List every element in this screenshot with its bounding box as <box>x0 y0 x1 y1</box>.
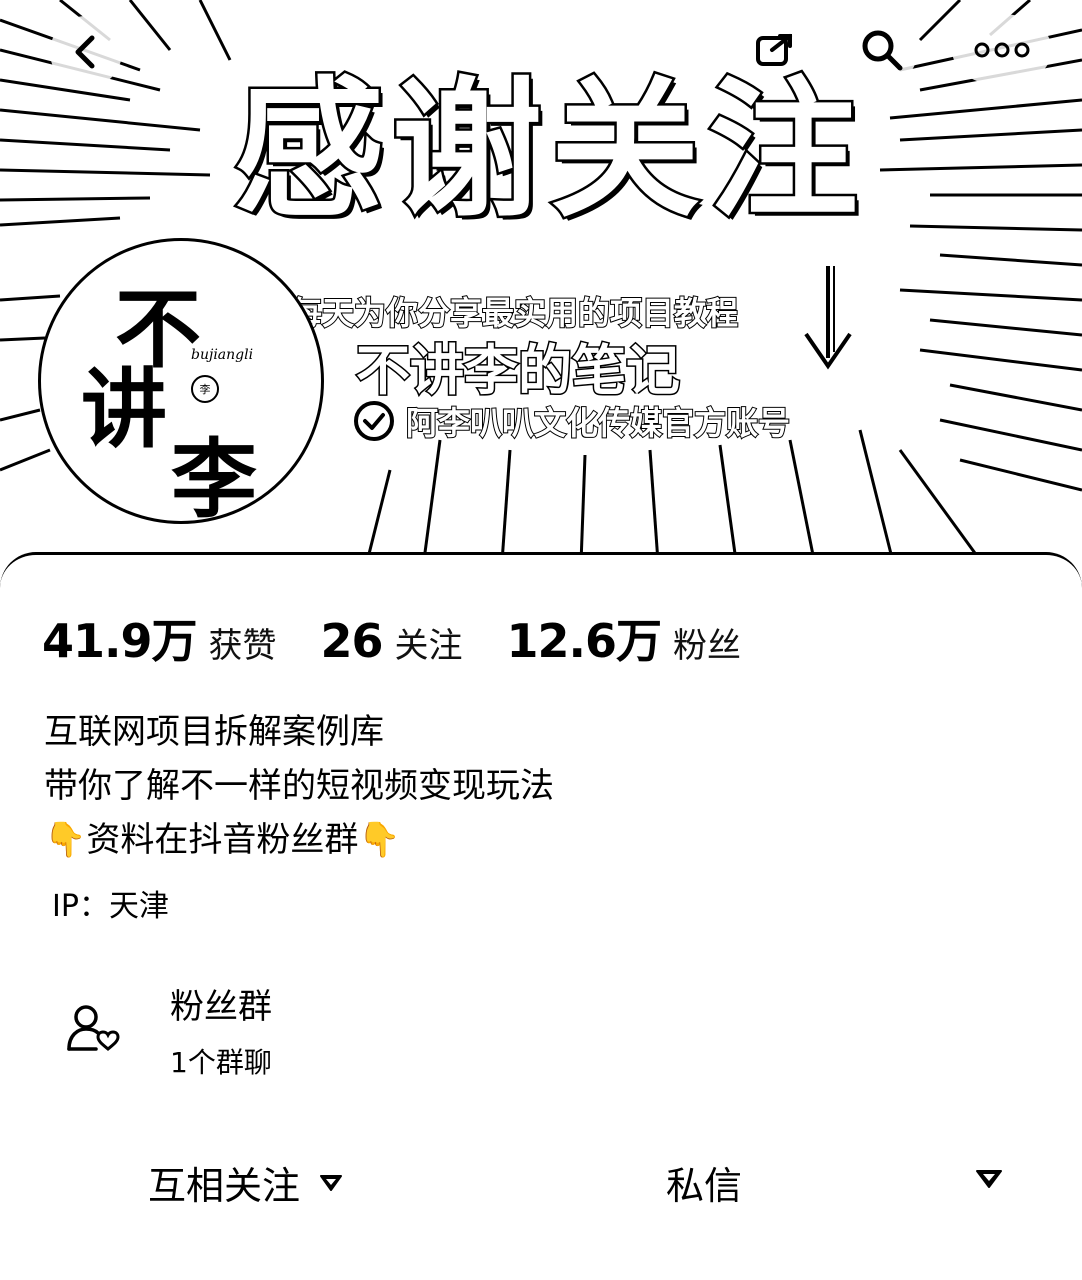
fan-group-title: 粉丝群 <box>170 987 272 1027</box>
profile-card: 41.9万 获赞 26 关注 12.6万 粉丝 互联网项目拆解案例库 带你了解不… <box>0 552 1082 1280</box>
stat-following-value: 26 <box>320 614 384 668</box>
mutual-follow-button[interactable]: 互相关注 <box>148 1155 344 1210</box>
down-arrow-icon <box>804 266 852 370</box>
stat-likes-value: 41.9万 <box>42 614 197 668</box>
avatar-char-3: 李 <box>171 429 257 524</box>
profile-page: 感谢关注 每天为你分享最实用的项目教程 不讲李的笔记 阿李叭叭文化传媒官方账号 … <box>0 0 1082 1280</box>
caret-down-icon <box>320 1174 343 1191</box>
bio-line-1: 互联网项目拆解案例库 <box>44 712 384 752</box>
stat-likes-label: 获赞 <box>208 626 277 666</box>
avatar[interactable]: 不 讲 李 bujiangli 李 <box>38 238 324 524</box>
mutual-follow-label: 互相关注 <box>148 1164 301 1208</box>
fan-group-subtitle: 1个群聊 <box>170 1046 272 1079</box>
back-button[interactable] <box>50 16 122 88</box>
bio-line-3: 👇资料在抖音粉丝群👇 <box>44 820 401 860</box>
verified-text: 阿李叭叭文化传媒官方账号 <box>405 403 791 443</box>
fan-group-text: 粉丝群 1个群聊 <box>170 985 272 1083</box>
fan-group-entry[interactable]: 粉丝群 1个群聊 <box>66 985 272 1083</box>
avatar-char-2: 讲 <box>81 359 167 460</box>
more-dots-icon <box>974 42 1030 58</box>
banner-channel-name: 不讲李的笔记 <box>355 338 682 404</box>
stat-followers-label: 粉丝 <box>673 626 742 666</box>
back-chevron-icon <box>75 35 95 69</box>
stat-following[interactable]: 26 关注 <box>321 614 463 668</box>
avatar-pinyin: bujiangli <box>191 347 254 363</box>
ip-location: IP：天津 <box>52 889 169 924</box>
bio-line-2: 带你了解不一样的短视频变现玩法 <box>44 766 554 806</box>
verified-row: 阿李叭叭文化传媒官方账号 <box>352 398 791 444</box>
profile-bio: 互联网项目拆解案例库 带你了解不一样的短视频变现玩法 👇资料在抖音粉丝群👇 <box>44 705 554 867</box>
more-button[interactable] <box>952 14 1052 86</box>
caret-down-icon <box>976 1170 1002 1188</box>
avatar-seal: 李 <box>191 375 219 403</box>
stat-following-label: 关注 <box>394 626 463 666</box>
stat-followers-value: 12.6万 <box>506 614 662 668</box>
message-button[interactable]: 私信 <box>666 1155 742 1210</box>
more-actions-button[interactable] <box>974 1167 1004 1195</box>
fan-group-icon <box>67 1005 120 1051</box>
profile-stats: 41.9万 获赞 26 关注 12.6万 粉丝 <box>42 605 741 671</box>
profile-actions: 互相关注 私信 <box>0 1155 1082 1215</box>
stat-followers[interactable]: 12.6万 粉丝 <box>507 605 742 671</box>
banner-title: 感谢关注 <box>231 60 866 241</box>
verified-check-icon <box>354 401 394 441</box>
stat-likes[interactable]: 41.9万 获赞 <box>42 605 277 671</box>
